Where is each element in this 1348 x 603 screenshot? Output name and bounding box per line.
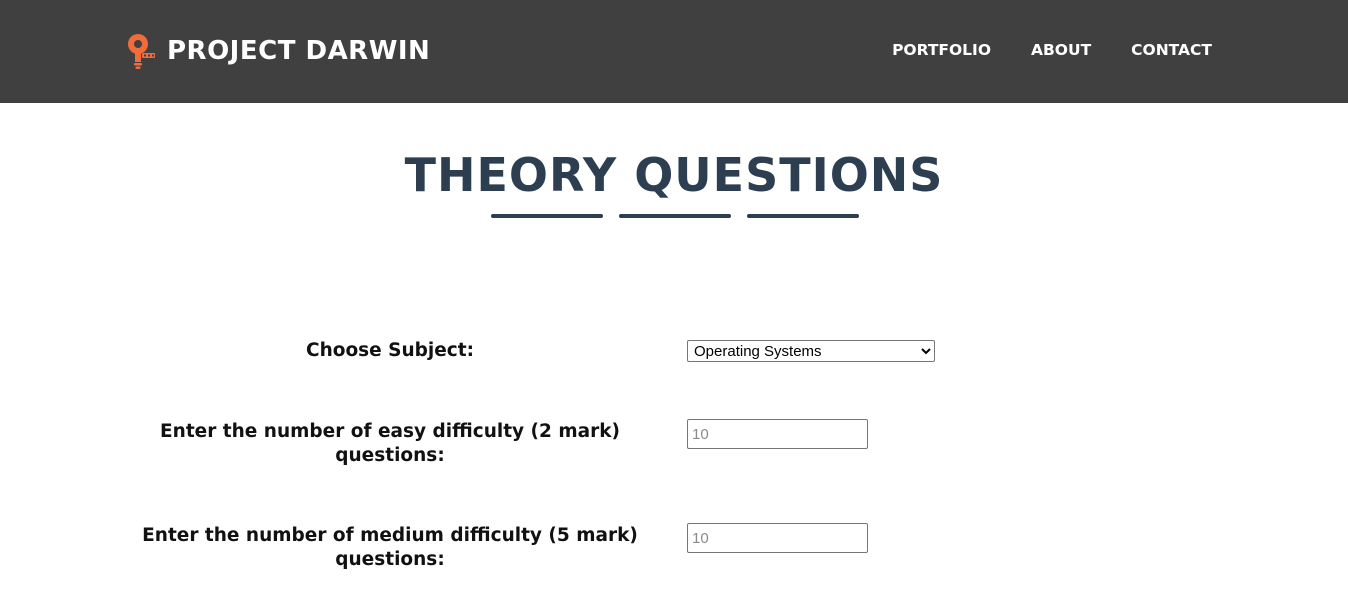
easy-questions-input[interactable]	[687, 419, 868, 449]
easy-questions-label: Enter the number of easy difficulty (2 m…	[160, 421, 620, 466]
main-nav: PORTFOLIO ABOUT CONTACT	[892, 41, 1212, 59]
nav-link-contact[interactable]: CONTACT	[1131, 41, 1212, 59]
title-underline-left	[491, 214, 603, 218]
lightbulb-gear-icon	[128, 34, 155, 69]
brand-name: PROJECT DARWIN	[167, 36, 431, 66]
nav-link-portfolio[interactable]: PORTFOLIO	[892, 41, 991, 59]
page-title: THEORY QUESTIONS	[404, 148, 944, 202]
medium-questions-input[interactable]	[687, 523, 868, 553]
title-underline-center	[619, 214, 731, 218]
title-underline-right	[747, 214, 859, 218]
nav-link-about[interactable]: ABOUT	[1031, 41, 1091, 59]
subject-label: Choose Subject:	[306, 340, 474, 361]
navbar: PROJECT DARWIN PORTFOLIO ABOUT CONTACT	[0, 0, 1348, 103]
brand[interactable]: PROJECT DARWIN	[127, 33, 430, 69]
subject-select[interactable]: Operating Systems	[687, 340, 935, 362]
medium-questions-label: Enter the number of medium difficulty (5…	[142, 525, 638, 570]
